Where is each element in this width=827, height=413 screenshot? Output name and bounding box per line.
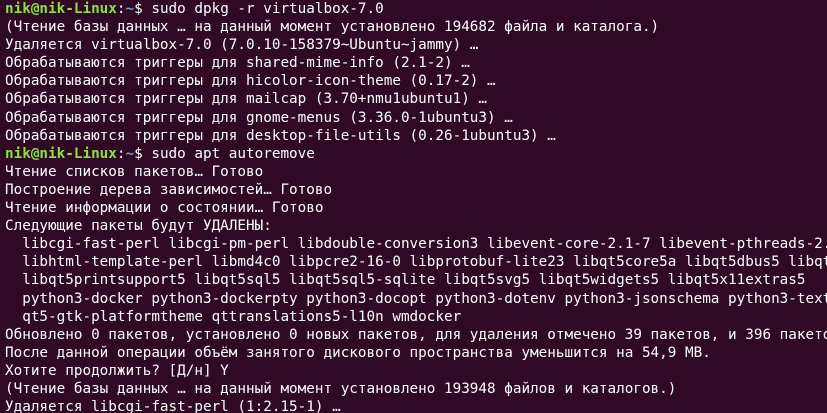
terminal-line: После данной операции объём занятого дис…	[5, 344, 711, 361]
terminal-line: Построение дерева зависимостей… Готово	[5, 181, 333, 198]
prompt-user-host: nik@nik-Linux	[5, 1, 117, 17]
terminal-line: libcgi-fast-perl libcgi-pm-perl libdoubl…	[5, 236, 827, 253]
prompt-user-host: nik@nik-Linux	[5, 145, 117, 162]
terminal-line: nik@nik-Linux:~$ sudo dpkg -r virtualbox…	[5, 1, 384, 17]
prompt-symbol: $	[134, 145, 143, 162]
terminal-line: Удаляется libcgi-fast-perl (1:2.15-1) …	[5, 399, 341, 413]
terminal-line: libqt5printsupport5 libqt5sql5 libqt5sql…	[5, 272, 806, 289]
terminal-line: Обрабатываются триггеры для gnome-menus …	[5, 109, 513, 126]
command-text: sudo dpkg -r virtualbox-7.0	[142, 1, 384, 17]
prompt-path: ~	[125, 145, 135, 162]
terminal-line: Чтение списков пакетов… Готово	[5, 163, 264, 180]
prompt-path: ~	[125, 1, 135, 17]
terminal-line: Следующие пакеты будут УДАЛЕНЫ:	[5, 218, 272, 235]
terminal-line: Удаляется virtualbox-7.0 (7.0.10-158379~…	[5, 37, 479, 54]
terminal-line: (Чтение базы данных … на данный момент у…	[5, 19, 660, 36]
prompt-symbol: $	[134, 1, 143, 17]
terminal-line: Обрабатываются триггеры для mailcap (3.7…	[5, 91, 488, 108]
terminal-window[interactable]: nik@nik-Linux:~$ sudo dpkg -r virtualbox…	[0, 0, 827, 413]
terminal-line: Обрабатываются триггеры для hicolor-icon…	[5, 73, 496, 90]
terminal-line: Обрабатываются триггеры для shared-mime-…	[5, 55, 470, 72]
terminal-line: (Чтение базы данных … на данный момент у…	[5, 380, 677, 397]
terminal-line: nik@nik-Linux:~$ sudo apt autoremove	[5, 145, 315, 162]
terminal-output: nik@nik-Linux:~$ sudo dpkg -r virtualbox…	[5, 0, 827, 413]
terminal-line: Чтение информации о состоянии… Готово	[5, 200, 324, 217]
terminal-line: Хотите продолжить? [Д/н] Y	[5, 362, 229, 379]
terminal-line: libhtml-template-perl libmd4c0 libpcre2-…	[5, 254, 827, 271]
terminal-line: qt5-gtk-platformtheme qttranslations5-l1…	[5, 308, 462, 325]
terminal-line: python3-docker python3-dockerpty python3…	[5, 290, 827, 307]
terminal-line: Обрабатываются триггеры для desktop-file…	[5, 127, 556, 144]
command-text: sudo apt autoremove	[142, 145, 315, 162]
terminal-line: Обновлено 0 пакетов, установлено 0 новых…	[5, 326, 827, 343]
